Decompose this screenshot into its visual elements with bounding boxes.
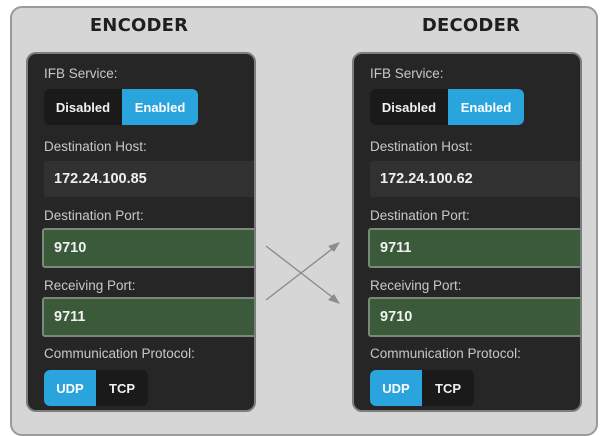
destination-host-label: Destination Host:: [44, 139, 147, 154]
port-crossover-arrows-icon: [265, 242, 340, 304]
ifb-service-label: IFB Service:: [44, 66, 118, 81]
destination-port-label: Destination Port:: [44, 208, 144, 223]
ifb-disabled-button[interactable]: Disabled: [370, 89, 448, 125]
encoder-title: ENCODER: [89, 15, 189, 36]
protocol-label: Communication Protocol:: [370, 346, 521, 361]
receiving-port-input[interactable]: 9711: [42, 297, 254, 337]
ifb-service-toggle: Disabled Enabled: [370, 89, 524, 125]
destination-port-label: Destination Port:: [370, 208, 470, 223]
ifb-service-label: IFB Service:: [370, 66, 444, 81]
ifb-enabled-button[interactable]: Enabled: [122, 89, 198, 125]
protocol-tcp-button[interactable]: TCP: [422, 370, 474, 406]
destination-port-input[interactable]: 9710: [42, 228, 254, 268]
encoder-panel: IFB Service: Disabled Enabled Destinatio…: [26, 52, 256, 412]
receiving-port-label: Receiving Port:: [44, 278, 136, 293]
ifb-disabled-button[interactable]: Disabled: [44, 89, 122, 125]
ifb-enabled-button[interactable]: Enabled: [448, 89, 524, 125]
decoder-panel: IFB Service: Disabled Enabled Destinatio…: [352, 52, 582, 412]
protocol-tcp-button[interactable]: TCP: [96, 370, 148, 406]
ifb-service-toggle: Disabled Enabled: [44, 89, 198, 125]
destination-port-input[interactable]: 9711: [368, 228, 580, 268]
protocol-label: Communication Protocol:: [44, 346, 195, 361]
destination-host-label: Destination Host:: [370, 139, 473, 154]
destination-host-input[interactable]: 172.24.100.62: [370, 161, 580, 197]
protocol-udp-button[interactable]: UDP: [44, 370, 96, 406]
destination-host-input[interactable]: 172.24.100.85: [44, 161, 254, 197]
receiving-port-label: Receiving Port:: [370, 278, 462, 293]
decoder-title: DECODER: [421, 15, 521, 36]
protocol-toggle: UDP TCP: [370, 370, 474, 406]
protocol-toggle: UDP TCP: [44, 370, 148, 406]
protocol-udp-button[interactable]: UDP: [370, 370, 422, 406]
receiving-port-input[interactable]: 9710: [368, 297, 580, 337]
